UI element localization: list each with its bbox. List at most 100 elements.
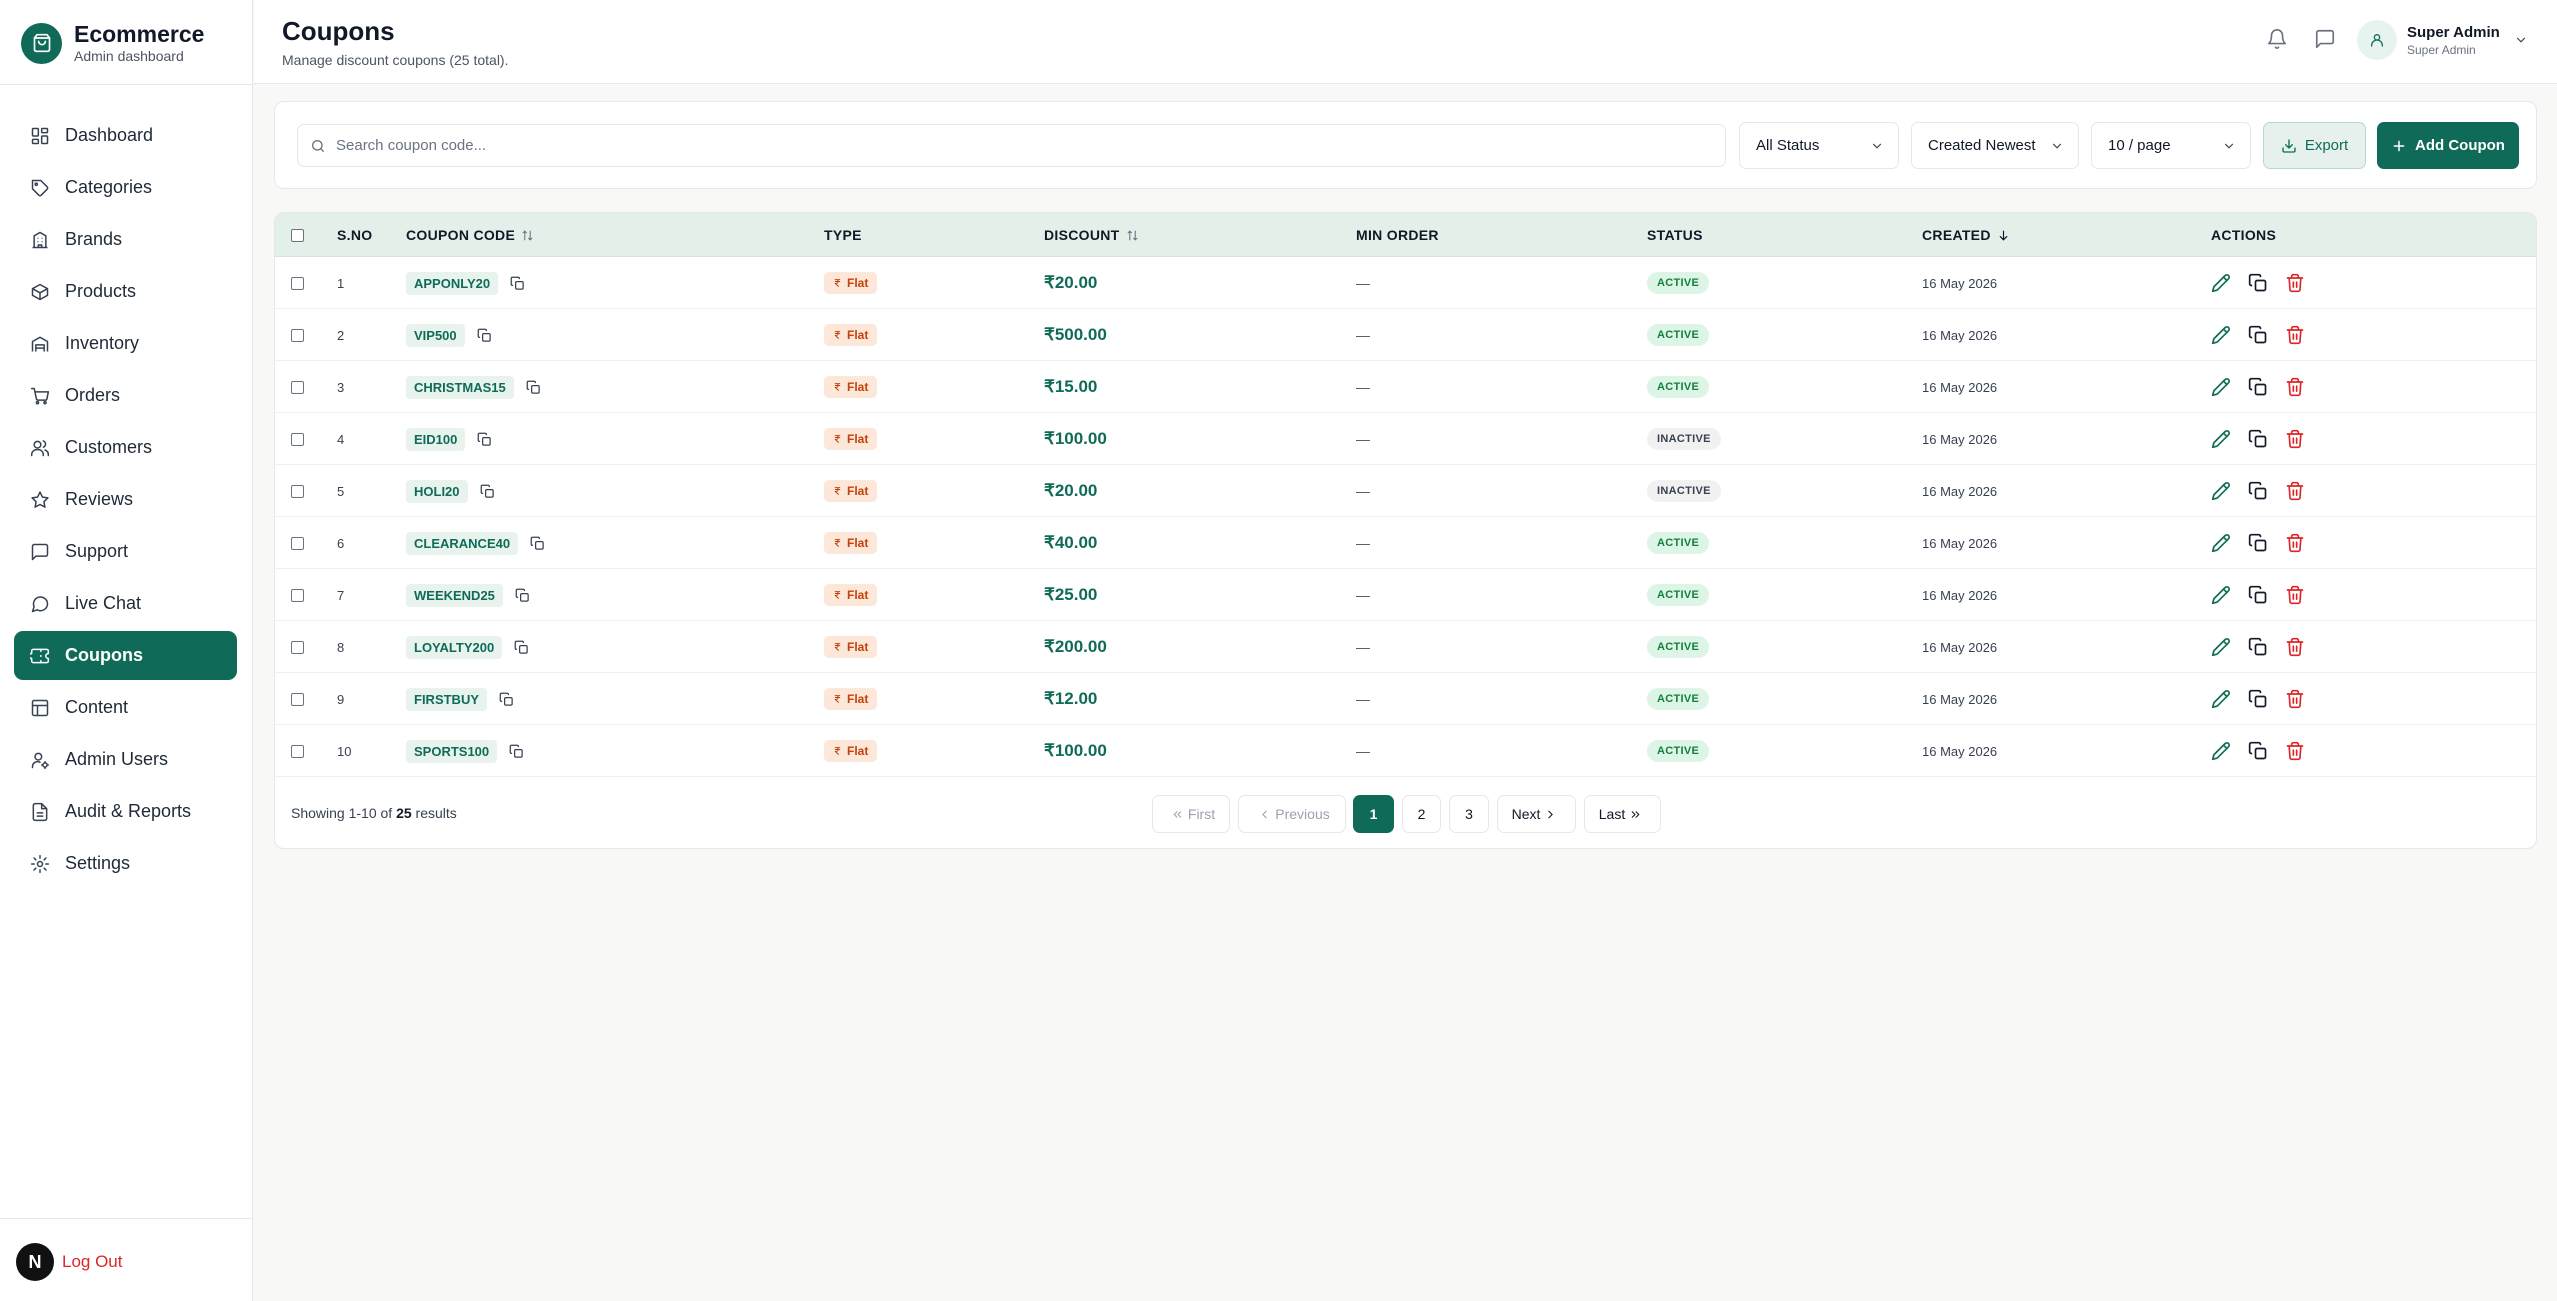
search-box[interactable] — [297, 124, 1726, 167]
actions-cell — [2211, 517, 2305, 569]
copy-icon[interactable] — [515, 588, 530, 603]
page-button-1[interactable]: 1 — [1353, 795, 1394, 833]
row-checkbox[interactable] — [291, 588, 304, 602]
coupon-code: APPONLY20 — [406, 271, 499, 295]
next-page-button[interactable]: Next — [1497, 795, 1576, 833]
sidebar-item-categories[interactable]: Categories — [14, 163, 237, 212]
delete-icon[interactable] — [2285, 689, 2305, 709]
copy-icon[interactable] — [514, 640, 529, 655]
duplicate-icon[interactable] — [2248, 377, 2268, 397]
edit-icon[interactable] — [2211, 533, 2231, 553]
column-header-created[interactable]: CREATED — [1922, 213, 2010, 257]
logout-button[interactable]: N Log Out — [16, 1243, 123, 1281]
delete-icon[interactable] — [2285, 533, 2305, 553]
message-square-icon[interactable] — [2314, 28, 2336, 50]
row-checkbox[interactable] — [291, 536, 304, 550]
row-checkbox[interactable] — [291, 432, 304, 446]
row-checkbox[interactable] — [291, 328, 304, 342]
delete-icon[interactable] — [2285, 429, 2305, 449]
sidebar-item-reviews[interactable]: Reviews — [14, 475, 237, 524]
table-row: 8 LOYALTY200 Flat ₹200.00 — ACTIVE 16 May 2026 — [275, 621, 2536, 673]
delete-icon[interactable] — [2285, 585, 2305, 605]
search-input[interactable] — [336, 137, 1686, 154]
duplicate-icon[interactable] — [2248, 273, 2268, 293]
delete-icon[interactable] — [2285, 637, 2305, 657]
delete-icon[interactable] — [2285, 481, 2305, 501]
discount-cell: ₹500.00 — [1044, 309, 1107, 361]
copy-icon[interactable] — [526, 380, 541, 395]
export-button[interactable]: Export — [2263, 122, 2366, 169]
duplicate-icon[interactable] — [2248, 637, 2268, 657]
copy-icon[interactable] — [477, 328, 492, 343]
coupon-code-cell: HOLI20 — [406, 465, 495, 517]
sidebar-item-coupons[interactable]: Coupons — [14, 631, 237, 680]
duplicate-icon[interactable] — [2248, 741, 2268, 761]
brand[interactable]: Ecommerce Admin dashboard — [21, 21, 204, 65]
add-coupon-button[interactable]: Add Coupon — [2377, 122, 2519, 169]
delete-icon[interactable] — [2285, 325, 2305, 345]
duplicate-icon[interactable] — [2248, 585, 2268, 605]
sidebar-item-support[interactable]: Support — [14, 527, 237, 576]
edit-icon[interactable] — [2211, 689, 2231, 709]
select-all-checkbox[interactable] — [291, 228, 304, 242]
type-label: Flat — [847, 380, 869, 394]
edit-icon[interactable] — [2211, 741, 2231, 761]
page-button-2[interactable]: 2 — [1402, 795, 1441, 833]
edit-icon[interactable] — [2211, 585, 2231, 605]
row-checkbox[interactable] — [291, 276, 304, 290]
copy-icon[interactable] — [480, 484, 495, 499]
duplicate-icon[interactable] — [2248, 429, 2268, 449]
edit-icon[interactable] — [2211, 273, 2231, 293]
sidebar-item-customers[interactable]: Customers — [14, 423, 237, 472]
last-page-button[interactable]: Last — [1584, 795, 1661, 833]
sort-select[interactable]: Created Newest — [1911, 122, 2079, 169]
status-cell: ACTIVE — [1647, 673, 1710, 725]
copy-icon[interactable] — [509, 744, 524, 759]
edit-icon[interactable] — [2211, 325, 2231, 345]
sidebar-item-admin-users[interactable]: Admin Users — [14, 735, 237, 784]
duplicate-icon[interactable] — [2248, 325, 2268, 345]
copy-icon[interactable] — [499, 692, 514, 707]
duplicate-icon[interactable] — [2248, 533, 2268, 553]
page-size-select[interactable]: 10 / page — [2091, 122, 2251, 169]
edit-icon[interactable] — [2211, 429, 2231, 449]
sidebar-item-live-chat[interactable]: Live Chat — [14, 579, 237, 628]
page-subtitle: Manage discount coupons (25 total). — [282, 52, 509, 68]
status-filter-select[interactable]: All Status — [1739, 122, 1899, 169]
min-order-cell: — — [1356, 517, 1370, 569]
delete-icon[interactable] — [2285, 273, 2305, 293]
status-cell: ACTIVE — [1647, 569, 1710, 621]
sidebar-item-settings[interactable]: Settings — [14, 839, 237, 888]
min-order-cell: — — [1356, 673, 1370, 725]
bell-icon[interactable] — [2266, 28, 2288, 50]
column-header-discount[interactable]: DISCOUNT — [1044, 213, 1139, 257]
first-page-button[interactable]: First — [1152, 795, 1230, 833]
copy-icon[interactable] — [530, 536, 545, 551]
sidebar-item-content[interactable]: Content — [14, 683, 237, 732]
copy-icon[interactable] — [477, 432, 492, 447]
delete-icon[interactable] — [2285, 741, 2305, 761]
sidebar-item-brands[interactable]: Brands — [14, 215, 237, 264]
sidebar-item-orders[interactable]: Orders — [14, 371, 237, 420]
edit-icon[interactable] — [2211, 481, 2231, 501]
row-checkbox[interactable] — [291, 640, 304, 654]
sidebar-item-inventory[interactable]: Inventory — [14, 319, 237, 368]
duplicate-icon[interactable] — [2248, 689, 2268, 709]
page-button-3[interactable]: 3 — [1449, 795, 1489, 833]
edit-icon[interactable] — [2211, 637, 2231, 657]
copy-icon[interactable] — [510, 276, 525, 291]
row-checkbox[interactable] — [291, 744, 304, 758]
delete-icon[interactable] — [2285, 377, 2305, 397]
column-header-coupon-code[interactable]: COUPON CODE — [406, 213, 534, 257]
column-header-sno: S.NO — [337, 213, 372, 257]
user-menu[interactable]: Super Admin Super Admin — [2357, 20, 2528, 60]
row-checkbox[interactable] — [291, 692, 304, 706]
row-checkbox[interactable] — [291, 484, 304, 498]
duplicate-icon[interactable] — [2248, 481, 2268, 501]
previous-page-button[interactable]: Previous — [1238, 795, 1346, 833]
sidebar-item-dashboard[interactable]: Dashboard — [14, 111, 237, 160]
sidebar-item-products[interactable]: Products — [14, 267, 237, 316]
sidebar-item-audit-reports[interactable]: Audit & Reports — [14, 787, 237, 836]
row-checkbox[interactable] — [291, 380, 304, 394]
edit-icon[interactable] — [2211, 377, 2231, 397]
